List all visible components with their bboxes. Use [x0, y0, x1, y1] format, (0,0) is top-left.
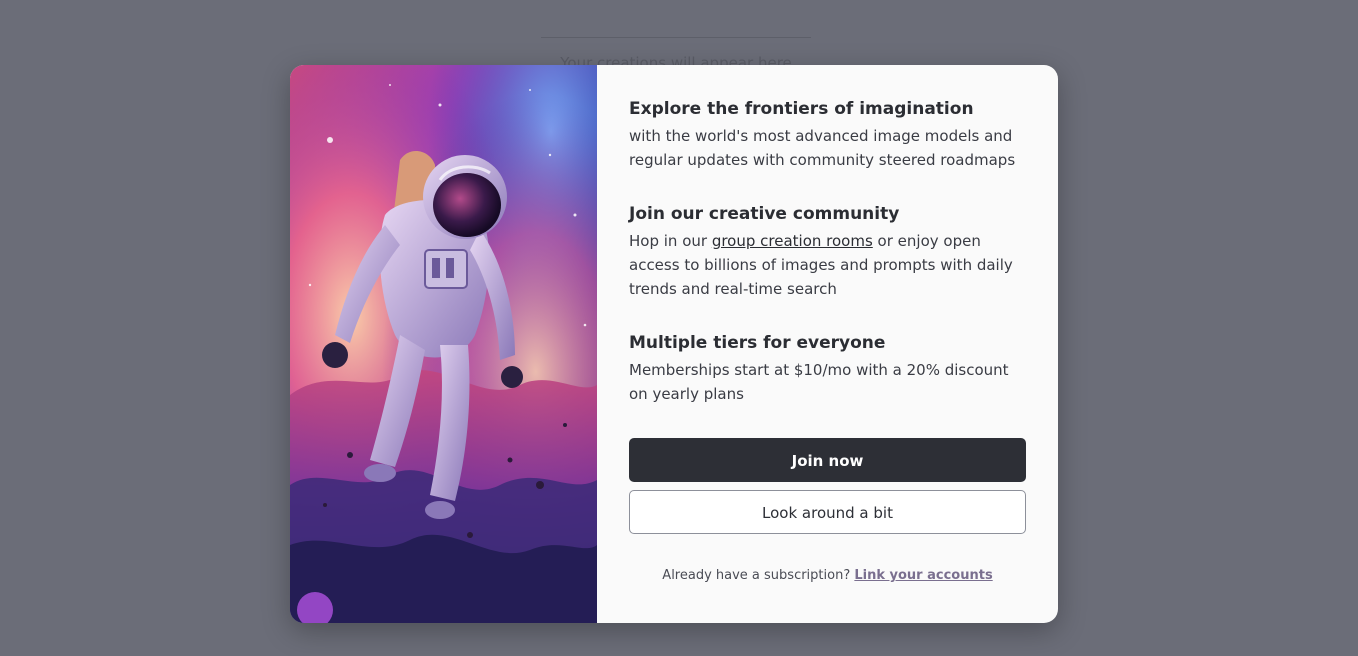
feature-community: Join our creative community Hop in our g…	[629, 202, 1026, 301]
astronaut-illustration	[290, 65, 597, 623]
footer-text: Already have a subscription?	[662, 568, 855, 583]
feature-description: with the world's most advanced image mod…	[629, 127, 1016, 169]
look-around-button[interactable]: Look around a bit	[629, 490, 1026, 534]
group-creation-rooms-link[interactable]: group creation rooms	[712, 232, 873, 250]
modal-content: Explore the frontiers of imagination wit…	[597, 65, 1058, 623]
astronaut-illustration-svg	[290, 65, 597, 623]
feature-imagination: Explore the frontiers of imagination wit…	[629, 97, 1026, 172]
join-now-button[interactable]: Join now	[629, 438, 1026, 482]
feature-description: Hop in our group creation rooms or enjoy…	[629, 229, 1026, 301]
subscription-footer: Already have a subscription? Link your a…	[629, 568, 1026, 583]
feature-description: Memberships start at $10/mo with a 20% d…	[629, 361, 1009, 403]
feature-title: Multiple tiers for everyone	[629, 333, 886, 353]
feature-title: Explore the frontiers of imagination	[629, 99, 974, 119]
link-accounts-link[interactable]: Link your accounts	[854, 568, 992, 583]
background-divider	[541, 37, 811, 38]
signup-modal: Explore the frontiers of imagination wit…	[290, 65, 1058, 623]
feature-description-text: Hop in our	[629, 232, 712, 250]
feature-title: Join our creative community	[629, 204, 900, 224]
feature-tiers: Multiple tiers for everyone Memberships …	[629, 331, 1026, 406]
